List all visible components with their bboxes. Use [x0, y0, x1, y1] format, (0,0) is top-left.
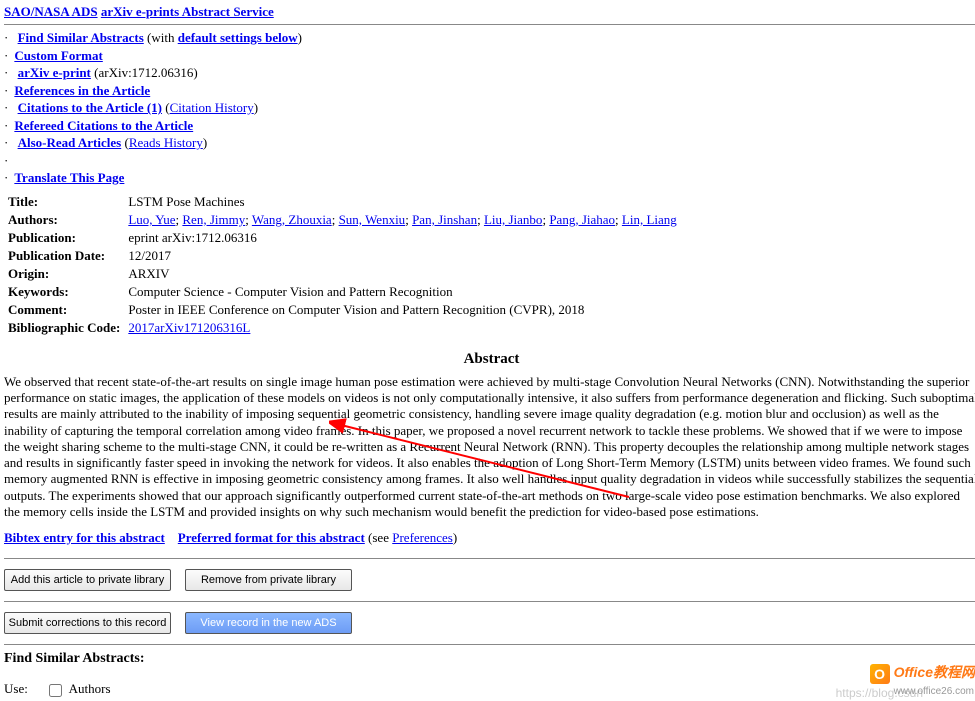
keywords-label: Keywords: — [4, 283, 124, 301]
author-link[interactable]: Wang, Zhouxia — [252, 212, 332, 227]
bibcode-label: Bibliographic Code: — [4, 319, 124, 337]
origin-value: ARXIV — [124, 265, 680, 283]
arxiv-id-text: (arXiv:1712.06316) — [91, 65, 198, 80]
nav-default-settings[interactable]: default settings below — [178, 30, 298, 45]
nav-refereed-citations[interactable]: Refereed Citations to the Article — [14, 118, 193, 133]
authors-label: Authors: — [4, 211, 124, 229]
author-link[interactable]: Sun, Wenxiu — [339, 212, 406, 227]
nav-custom-format[interactable]: Custom Format — [14, 48, 102, 63]
submit-corrections-button[interactable]: Submit corrections to this record — [4, 612, 171, 634]
metadata-table: Title: LSTM Pose Machines Authors: Luo, … — [4, 193, 681, 337]
authors-checkbox[interactable] — [49, 684, 62, 697]
comment-label: Comment: — [4, 301, 124, 319]
divider — [4, 601, 975, 602]
nav-references[interactable]: References in the Article — [14, 83, 150, 98]
divider — [4, 644, 975, 645]
find-similar-heading: Find Similar Abstracts: — [4, 651, 975, 667]
author-link[interactable]: Ren, Jimmy — [182, 212, 245, 227]
header-link-arxiv-service[interactable]: arXiv e-prints Abstract Service — [101, 4, 274, 19]
author-link[interactable]: Pan, Jinshan — [412, 212, 477, 227]
nav-arxiv-eprint[interactable]: arXiv e-print — [18, 65, 91, 80]
nav-find-similar[interactable]: Find Similar Abstracts — [18, 30, 144, 45]
bibtex-entry-link[interactable]: Bibtex entry for this abstract — [4, 530, 165, 545]
nav-citations[interactable]: Citations to the Article (1) — [18, 100, 162, 115]
author-link[interactable]: Pang, Jiahao — [549, 212, 615, 227]
abstract-text: We observed that recent state-of-the-art… — [4, 374, 975, 520]
origin-label: Origin: — [4, 265, 124, 283]
preferences-link[interactable]: Preferences — [392, 530, 453, 545]
nav-list: Find Similar Abstracts (with default set… — [4, 29, 975, 187]
preferred-format-link[interactable]: Preferred format for this abstract — [178, 530, 365, 545]
nav-translate-page[interactable]: Translate This Page — [14, 170, 124, 185]
author-link[interactable]: Liu, Jianbo — [484, 212, 543, 227]
abstract-heading: Abstract — [4, 351, 975, 368]
keywords-value: Computer Science - Computer Vision and P… — [124, 283, 680, 301]
publication-label: Publication: — [4, 229, 124, 247]
divider — [4, 558, 975, 559]
nav-citation-history[interactable]: Citation History — [170, 100, 254, 115]
bibcode-link[interactable]: 2017arXiv171206316L — [128, 320, 250, 335]
remove-from-library-button[interactable]: Remove from private library — [185, 569, 352, 591]
title-value: LSTM Pose Machines — [124, 193, 680, 211]
nav-reads-history[interactable]: Reads History — [129, 135, 203, 150]
author-link[interactable]: Luo, Yue — [128, 212, 175, 227]
publication-value: eprint arXiv:1712.06316 — [124, 229, 680, 247]
divider — [4, 24, 975, 25]
nav-also-read[interactable]: Also-Read Articles — [18, 135, 122, 150]
header-link-sao-nasa[interactable]: SAO/NASA ADS — [4, 4, 98, 19]
authors-value: Luo, Yue; Ren, Jimmy; Wang, Zhouxia; Sun… — [124, 211, 680, 229]
add-to-library-button[interactable]: Add this article to private library — [4, 569, 171, 591]
pubdate-label: Publication Date: — [4, 247, 124, 265]
use-label: Use: — [4, 681, 28, 696]
comment-value: Poster in IEEE Conference on Computer Vi… — [124, 301, 680, 319]
author-link[interactable]: Lin, Liang — [622, 212, 677, 227]
authors-checkbox-label: Authors — [69, 681, 111, 696]
office-logo: Office教程网 www.office26.com — [870, 664, 975, 697]
pubdate-value: 12/2017 — [124, 247, 680, 265]
office-logo-icon — [870, 664, 890, 684]
title-label: Title: — [4, 193, 124, 211]
view-new-ads-button[interactable]: View record in the new ADS — [185, 612, 352, 634]
